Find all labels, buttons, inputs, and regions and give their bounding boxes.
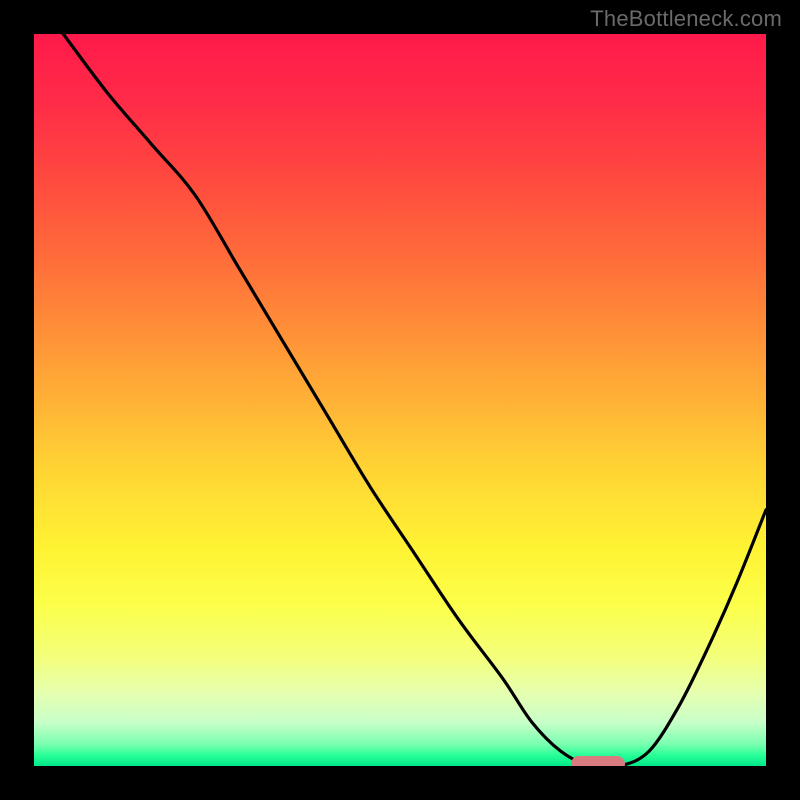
bottleneck-curve — [34, 34, 766, 766]
watermark-text: TheBottleneck.com — [590, 6, 782, 32]
chart-frame: TheBottleneck.com — [0, 0, 800, 800]
plot-area — [34, 34, 766, 766]
optimal-range-marker — [571, 756, 625, 766]
